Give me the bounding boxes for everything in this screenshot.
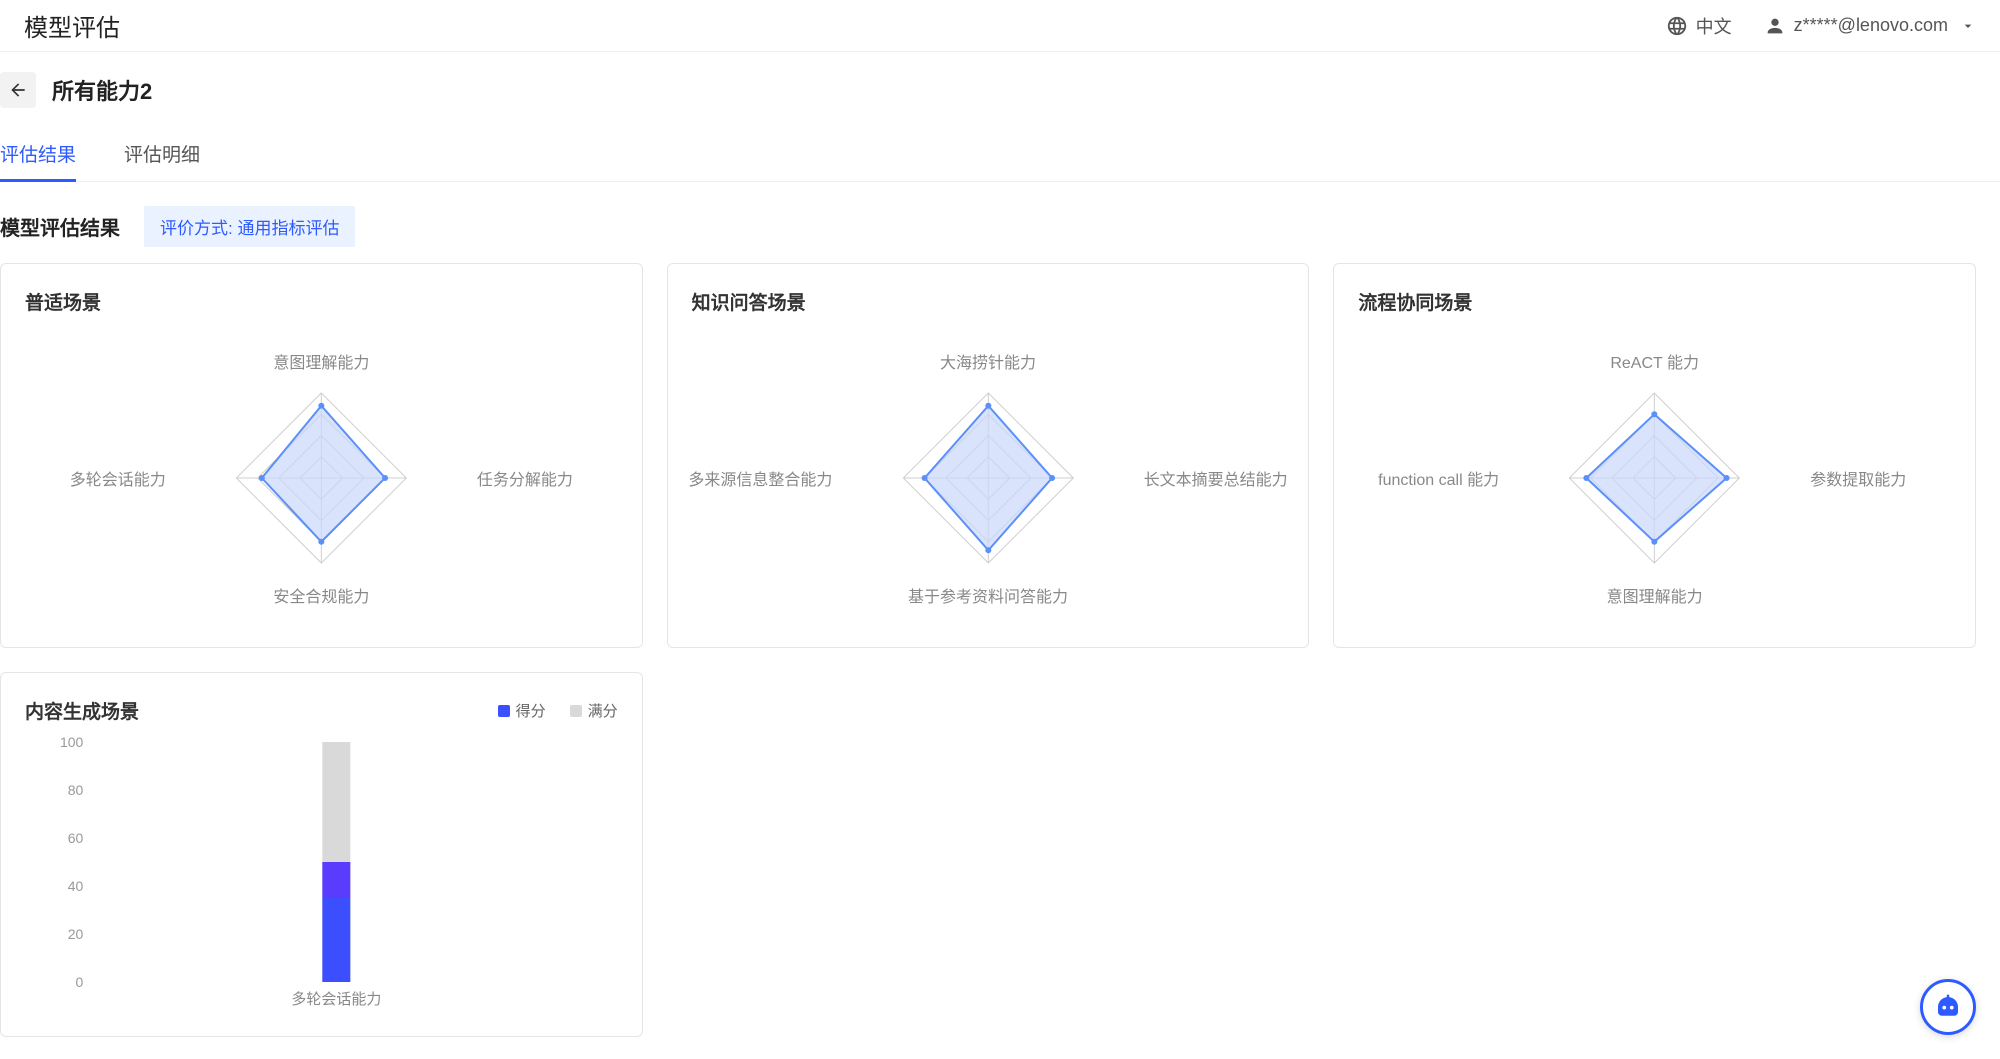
chevron-down-icon [1960, 18, 1976, 34]
legend-score: 得分 [498, 700, 546, 721]
title-bar: 所有能力2 [0, 52, 2000, 128]
radar-axis-label: 基于参考资料问答能力 [908, 583, 1068, 607]
radar-card-2: 流程协同场景 ReACT 能力参数提取能力意图理解能力 function call… [1333, 263, 1976, 648]
svg-text:多轮会话能力: 多轮会话能力 [291, 991, 381, 1008]
user-icon [1764, 15, 1786, 37]
bar-legend: 得分 满分 [498, 700, 618, 721]
arrow-left-icon [8, 80, 28, 100]
radar-card-1-title: 知识问答场景 [692, 288, 1285, 315]
radar-chart-1: 大海捞针能力长文本摘要总结能力基于参考资料问答能力多来源信息整合能力 [692, 323, 1285, 623]
user-email: z*****@lenovo.com [1794, 15, 1948, 36]
radar-card-0: 普适场景 意图理解能力任务分解能力安全合规能力 多轮会话能力 [0, 263, 643, 648]
language-label: 中文 [1696, 13, 1732, 39]
bar-card-title: 内容生成场景 [25, 697, 139, 724]
eval-method-badge: 评价方式: 通用指标评估 [144, 206, 355, 247]
radar-axis-label: 长文本摘要总结能力 [1144, 466, 1288, 490]
radar-axis-label: 参数提取能力 [1810, 466, 1906, 490]
radar-axis-label: 多轮会话能力 [70, 466, 166, 490]
top-bar-right: 中文 z*****@lenovo.com [1666, 13, 1976, 39]
tab-results[interactable]: 评估结果 [0, 128, 76, 182]
radar-card-0-title: 普适场景 [25, 288, 618, 315]
svg-text:100: 100 [60, 734, 84, 750]
user-menu[interactable]: z*****@lenovo.com [1764, 15, 1976, 37]
radar-axis-label: 安全合规能力 [273, 583, 369, 607]
legend-full: 满分 [570, 700, 618, 721]
tab-details[interactable]: 评估明细 [124, 128, 200, 181]
back-button[interactable] [0, 72, 36, 108]
section-head: 模型评估结果 评价方式: 通用指标评估 [0, 182, 2000, 263]
svg-text:40: 40 [68, 878, 84, 894]
assistant-fab[interactable] [1920, 979, 1976, 1035]
radar-card-1: 知识问答场景 大海捞针能力长文本摘要总结能力基于参考资料问答能力 多来源信息整合能… [667, 263, 1310, 648]
legend-full-swatch [570, 705, 582, 717]
radar-axis-label: 意图理解能力 [1607, 583, 1703, 607]
radar-chart-0: 意图理解能力任务分解能力安全合规能力 多轮会话能力 [25, 323, 618, 623]
legend-score-swatch [498, 705, 510, 717]
top-bar: 模型评估 中文 z*****@lenovo.com [0, 0, 2000, 52]
svg-text:80: 80 [68, 782, 84, 798]
robot-icon [1933, 992, 1963, 1022]
radar-axis-label: 多来源信息整合能力 [688, 466, 832, 490]
radar-axis-label: 大海捞针能力 [940, 349, 1036, 373]
radar-axis-label: 意图理解能力 [273, 349, 369, 373]
svg-text:0: 0 [76, 974, 84, 990]
app-title: 模型评估 [24, 8, 120, 43]
bar-card: 内容生成场景 得分 满分 0 20 40 60 80 100 多轮会话能力 [0, 672, 643, 1037]
radar-cards-row: 普适场景 意图理解能力任务分解能力安全合规能力多轮会话能力 知识问答场景 大海捞… [0, 263, 2000, 648]
legend-score-label: 得分 [516, 700, 546, 721]
radar-axis-label: function call 能力 [1378, 466, 1499, 490]
radar-chart-2: ReACT 能力参数提取能力意图理解能力 function call 能力 [1358, 323, 1951, 623]
tabs: 评估结果 评估明细 [0, 128, 2000, 182]
radar-axis-label: 任务分解能力 [477, 466, 573, 490]
legend-full-label: 满分 [588, 700, 618, 721]
svg-text:20: 20 [68, 926, 84, 942]
bar-chart: 0 20 40 60 80 100 多轮会话能力 [25, 732, 618, 1012]
language-switcher[interactable]: 中文 [1666, 13, 1732, 39]
page-title: 所有能力2 [52, 74, 152, 106]
section-title: 模型评估结果 [0, 212, 120, 241]
globe-icon [1666, 15, 1688, 37]
radar-card-2-title: 流程协同场景 [1358, 288, 1951, 315]
radar-axis-label: ReACT 能力 [1610, 349, 1699, 373]
svg-text:60: 60 [68, 830, 84, 846]
